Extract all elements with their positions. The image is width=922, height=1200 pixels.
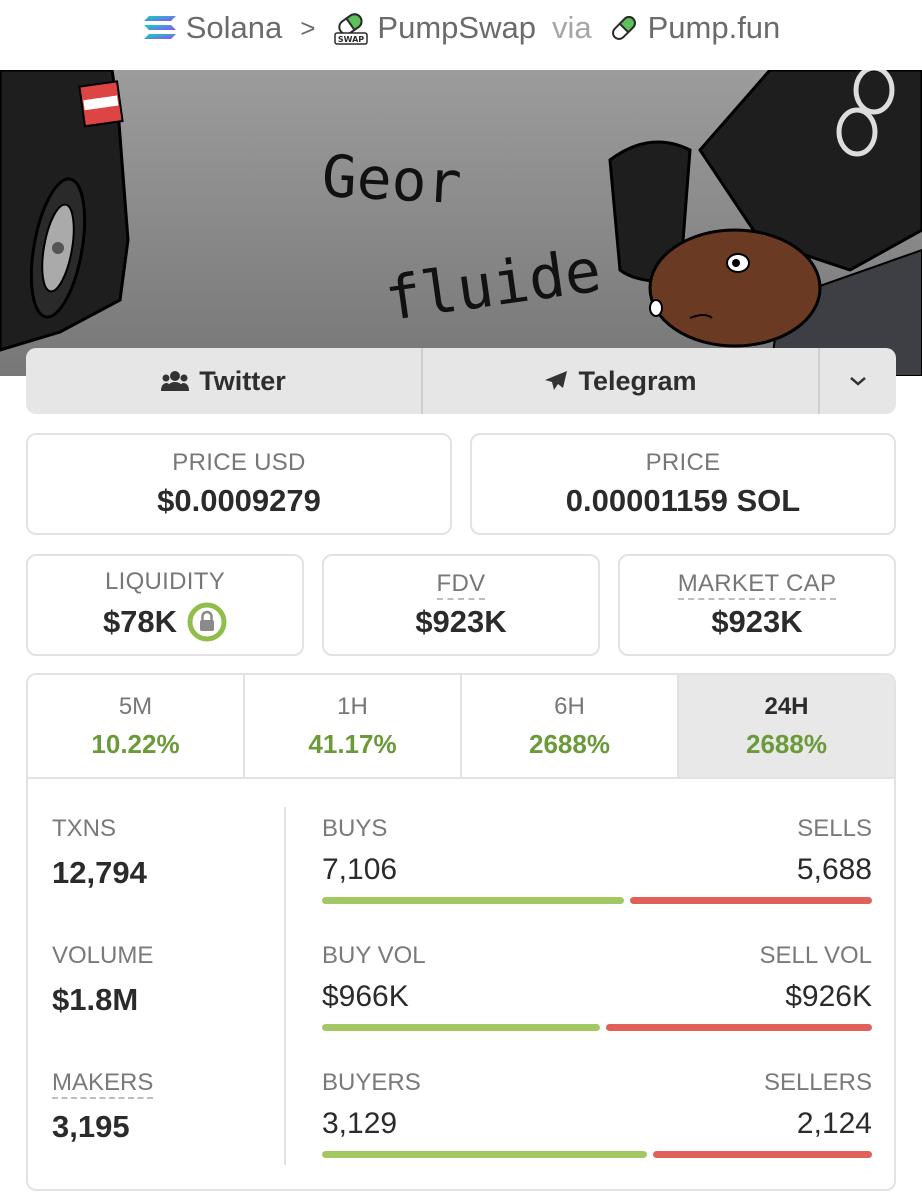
crumb-chain[interactable]: Solana bbox=[142, 10, 283, 46]
twitter-label: Twitter bbox=[199, 365, 286, 396]
trading-stats-panel: 5M 10.22% 1H 41.17% 6H 2688% 24H 2688% T… bbox=[26, 673, 896, 1191]
chevron-right-icon: > bbox=[300, 12, 316, 43]
fdv-value: $923K bbox=[415, 604, 507, 639]
buy-bar-segment bbox=[322, 897, 625, 904]
buys-label: BUYS bbox=[322, 815, 388, 842]
stats-body: TXNS 12,794 VOLUME $1.8M MAKERS 3,195 BU… bbox=[28, 779, 894, 1189]
sell-bar-segment bbox=[605, 1024, 872, 1031]
launchpad-label: Pump.fun bbox=[647, 10, 781, 45]
buyers-label: BUYERS bbox=[322, 1069, 421, 1096]
buy-vol-value: $966K bbox=[322, 980, 409, 1013]
breadcrumb: Solana > SWAP PumpSwap via Pump.fun bbox=[0, 0, 922, 56]
makers-stat: MAKERS 3,195 bbox=[52, 1069, 154, 1145]
more-links-button[interactable] bbox=[820, 348, 896, 414]
volume-value: $1.8M bbox=[52, 982, 139, 1017]
chain-label: Solana bbox=[185, 10, 283, 45]
makers-split-bar bbox=[322, 1151, 872, 1158]
sells-label: SELLS bbox=[797, 815, 872, 842]
timeframe-tabs: 5M 10.22% 1H 41.17% 6H 2688% 24H 2688% bbox=[28, 675, 894, 779]
users-icon bbox=[161, 371, 190, 391]
price-native-value: 0.00001159 SOL bbox=[565, 483, 801, 518]
solana-icon bbox=[143, 16, 176, 39]
tab-change: 10.22% bbox=[91, 728, 180, 759]
buys-value: 7,106 bbox=[322, 853, 398, 886]
liquidity-label: LIQUIDITY bbox=[104, 568, 226, 595]
liquidity-card: LIQUIDITY $78K bbox=[26, 554, 304, 656]
pill-icon bbox=[611, 16, 636, 40]
txns-value: 12,794 bbox=[52, 855, 147, 890]
volume-stat: VOLUME $1.8M bbox=[52, 942, 153, 1018]
via-label: via bbox=[551, 10, 592, 45]
tab-6h[interactable]: 6H 2688% bbox=[462, 675, 679, 777]
price-native-card: PRICE 0.00001159 SOL bbox=[470, 433, 896, 535]
sell-vol-value: $926K bbox=[785, 980, 872, 1013]
chevron-down-icon bbox=[850, 377, 866, 386]
column-divider bbox=[284, 807, 286, 1165]
price-usd-value: $0.0009279 bbox=[157, 483, 321, 518]
sellers-value: 2,124 bbox=[796, 1107, 872, 1140]
market-cap-card: MARKET CAP $923K bbox=[618, 554, 896, 656]
tab-label: 1H bbox=[337, 692, 368, 720]
telegram-button[interactable]: Telegram bbox=[423, 348, 820, 414]
makers-split-row: BUYERS SELLERS 3,129 2,124 bbox=[322, 1069, 872, 1158]
tab-change: 2688% bbox=[529, 728, 610, 759]
paper-plane-icon bbox=[545, 371, 568, 390]
market-cap-value: $923K bbox=[711, 604, 803, 639]
fdv-label[interactable]: FDV bbox=[436, 570, 486, 600]
buy-vol-label: BUY VOL bbox=[322, 942, 426, 969]
volume-split-row: BUY VOL SELL VOL $966K $926K bbox=[322, 942, 872, 1031]
token-banner: Geor fluide bbox=[0, 70, 922, 376]
makers-label[interactable]: MAKERS bbox=[52, 1069, 154, 1099]
fdv-card: FDV $923K bbox=[322, 554, 600, 656]
tab-24h[interactable]: 24H 2688% bbox=[679, 675, 894, 777]
sell-bar-segment bbox=[630, 897, 872, 904]
txns-label: TXNS bbox=[52, 815, 117, 842]
buys-sells-bar bbox=[322, 897, 872, 904]
social-links: Twitter Telegram bbox=[26, 348, 896, 414]
tab-change: 2688% bbox=[746, 728, 827, 759]
buy-bar-segment bbox=[322, 1151, 647, 1158]
tab-change: 41.17% bbox=[308, 728, 397, 759]
sell-bar-segment bbox=[652, 1151, 872, 1158]
volume-label: VOLUME bbox=[52, 942, 154, 969]
swap-badge-text: SWAP bbox=[338, 35, 364, 44]
sells-value: 5,688 bbox=[796, 853, 872, 886]
pumpswap-icon: SWAP bbox=[334, 13, 369, 45]
price-usd-card: PRICE USD $0.0009279 bbox=[26, 433, 452, 535]
liquidity-value: $78K bbox=[102, 604, 178, 639]
crumb-dex[interactable]: SWAP PumpSwap bbox=[333, 10, 536, 46]
volume-split-bar bbox=[322, 1024, 872, 1031]
buyers-value: 3,129 bbox=[322, 1107, 398, 1140]
price-native-label: PRICE bbox=[645, 449, 721, 476]
tab-label: 24H bbox=[764, 692, 809, 720]
dex-label: PumpSwap bbox=[377, 10, 536, 45]
makers-value: 3,195 bbox=[52, 1109, 130, 1144]
tab-5m[interactable]: 5M 10.22% bbox=[28, 675, 245, 777]
banner-text-line1: Geor bbox=[320, 142, 463, 217]
buy-bar-segment bbox=[322, 1024, 600, 1031]
crumb-launchpad[interactable]: Pump.fun bbox=[608, 10, 781, 46]
tab-label: 6H bbox=[554, 692, 585, 720]
txns-stat: TXNS 12,794 bbox=[52, 815, 147, 891]
lock-icon[interactable] bbox=[187, 602, 227, 642]
price-usd-label: PRICE USD bbox=[172, 449, 306, 476]
buys-sells-row: BUYS SELLS 7,106 5,688 bbox=[322, 815, 872, 904]
telegram-label: Telegram bbox=[578, 365, 697, 396]
tab-1h[interactable]: 1H 41.17% bbox=[245, 675, 462, 777]
sellers-label: SELLERS bbox=[763, 1069, 872, 1096]
twitter-button[interactable]: Twitter bbox=[26, 348, 423, 414]
tab-label: 5M bbox=[118, 692, 153, 720]
sell-vol-label: SELL VOL bbox=[759, 942, 872, 969]
market-cap-label[interactable]: MARKET CAP bbox=[677, 570, 837, 600]
